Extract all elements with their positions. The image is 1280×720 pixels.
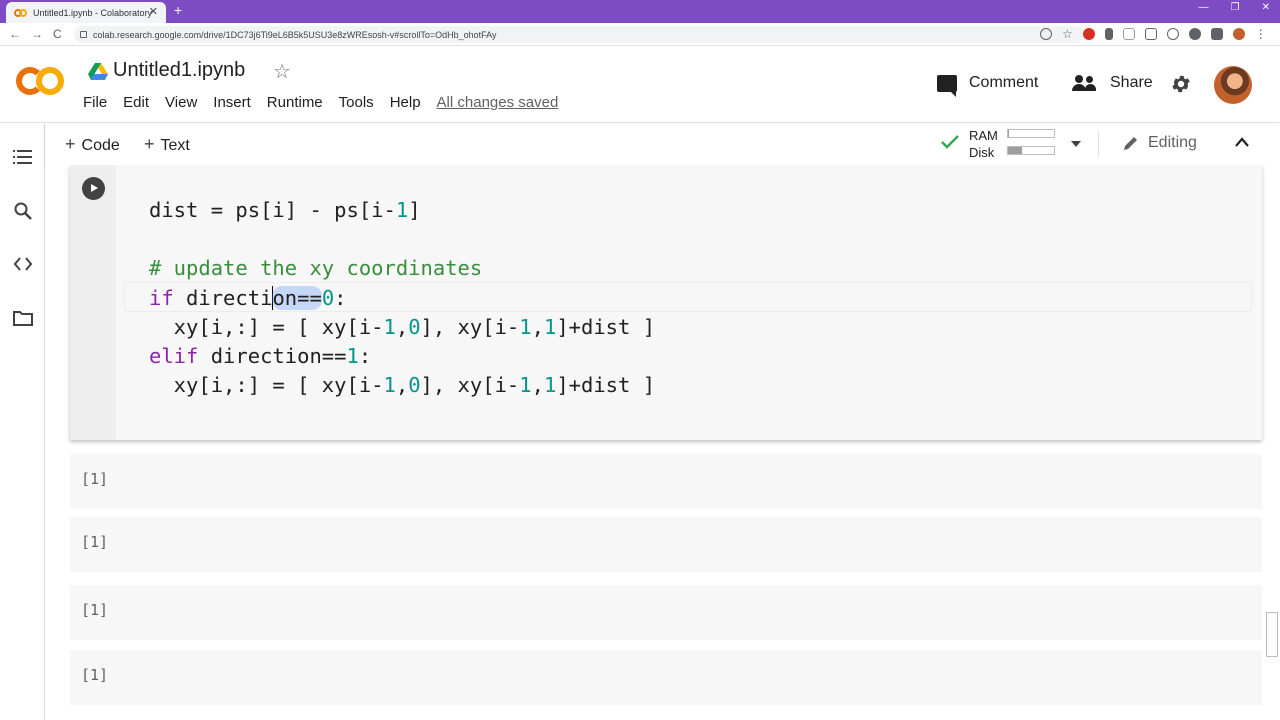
disk-meter-fill bbox=[1008, 147, 1022, 154]
code-line-6: elif direction==1: bbox=[149, 344, 372, 369]
code-line-1: dist = ps[i] - ps[i-1] bbox=[149, 198, 421, 222]
add-code-label: Code bbox=[81, 137, 120, 154]
lock-icon bbox=[80, 31, 87, 38]
profile-icon[interactable] bbox=[1232, 28, 1245, 40]
address-bar-url: colab.research.google.com/drive/1DC73j6T… bbox=[93, 29, 497, 40]
cell-execution-count: [1] bbox=[81, 533, 109, 551]
editing-label: Editing bbox=[1148, 134, 1197, 151]
code-cell[interactable]: [1] bbox=[70, 454, 1262, 509]
notebook-toolbar: + Code + Text RAM Disk Editing bbox=[45, 123, 1280, 165]
ram-meter-fill bbox=[1008, 130, 1010, 137]
share-label: Share bbox=[1110, 74, 1153, 91]
extensions-area: ☆ ⋮ bbox=[1040, 28, 1267, 40]
extensions-puzzle-icon[interactable] bbox=[1210, 28, 1223, 40]
menu-edit[interactable]: Edit bbox=[123, 94, 149, 111]
extension-circle-icon[interactable] bbox=[1166, 28, 1179, 40]
left-sidebar bbox=[0, 123, 45, 720]
colab-logo[interactable] bbox=[16, 67, 66, 97]
bookmark-star-icon[interactable]: ☆ bbox=[1062, 28, 1073, 40]
toolbar-divider bbox=[1098, 131, 1099, 157]
code-cell[interactable]: [1] bbox=[70, 650, 1262, 705]
share-button[interactable]: Share bbox=[1072, 74, 1153, 92]
new-tab-button[interactable]: + bbox=[174, 2, 182, 18]
add-text-button[interactable]: + Text bbox=[144, 134, 190, 155]
run-cell-button[interactable] bbox=[82, 177, 105, 200]
extension-red-icon[interactable] bbox=[1082, 28, 1095, 40]
browser-toolbar: ← → C colab.research.google.com/drive/1D… bbox=[0, 23, 1280, 46]
table-of-contents-icon[interactable] bbox=[13, 147, 33, 167]
code-snippets-icon[interactable] bbox=[13, 254, 33, 274]
google-drive-icon[interactable] bbox=[88, 63, 108, 80]
close-window-button[interactable]: ✕ bbox=[1262, 2, 1270, 13]
ram-meter bbox=[1007, 129, 1055, 138]
runtime-dropdown-icon[interactable] bbox=[1071, 141, 1081, 147]
code-editor[interactable]: dist = ps[i] - ps[i-1] # update the xy c… bbox=[149, 196, 655, 400]
files-folder-icon[interactable] bbox=[13, 308, 33, 328]
comment-label: Comment bbox=[969, 74, 1039, 91]
add-code-button[interactable]: + Code bbox=[65, 134, 120, 155]
extension-page-icon[interactable] bbox=[1122, 28, 1135, 40]
browser-tab-title: Untitled1.ipynb - Colaboratory bbox=[33, 7, 153, 18]
extension-doc-icon[interactable] bbox=[1144, 28, 1157, 40]
notebook-area: dist = ps[i] - ps[i-1] # update the xy c… bbox=[46, 165, 1280, 720]
reload-button[interactable]: C bbox=[53, 27, 62, 41]
settings-gear-icon[interactable] bbox=[1170, 73, 1192, 95]
back-button[interactable]: ← bbox=[9, 27, 21, 41]
code-cell[interactable]: [1] bbox=[70, 585, 1262, 640]
notebook-title[interactable]: Untitled1.ipynb bbox=[113, 59, 245, 82]
colab-header: Untitled1.ipynb ☆ File Edit View Insert … bbox=[0, 47, 1280, 123]
code-line-4: if direction==0: bbox=[149, 285, 347, 310]
extension-p-icon[interactable] bbox=[1104, 28, 1113, 40]
maximize-button[interactable]: ❐ bbox=[1231, 2, 1240, 13]
comment-button[interactable]: Comment bbox=[937, 74, 1039, 97]
selection-highlight: on== bbox=[272, 285, 322, 310]
comment-icon bbox=[937, 74, 957, 97]
collapse-header-icon[interactable] bbox=[1235, 137, 1249, 147]
address-bar[interactable]: colab.research.google.com/drive/1DC73j6T… bbox=[74, 26, 1084, 43]
zoom-icon[interactable] bbox=[1040, 28, 1052, 40]
menu-help[interactable]: Help bbox=[390, 94, 421, 111]
pencil-icon bbox=[1124, 137, 1137, 150]
save-status-link[interactable]: All changes saved bbox=[437, 94, 559, 111]
share-people-icon bbox=[1072, 75, 1096, 91]
window-controls: — ❐ ✕ bbox=[1199, 2, 1270, 13]
add-text-label: Text bbox=[160, 137, 190, 154]
plus-icon: + bbox=[144, 134, 155, 154]
code-line-7: xy[i,:] = [ xy[i-1,0], xy[i-1,1]+dist ] bbox=[149, 373, 656, 398]
menu-runtime[interactable]: Runtime bbox=[267, 94, 323, 111]
user-avatar[interactable] bbox=[1214, 66, 1252, 104]
colab-favicon-icon bbox=[14, 8, 28, 17]
cell-execution-count: [1] bbox=[81, 470, 109, 488]
menu-bar: File Edit View Insert Runtime Tools Help… bbox=[83, 94, 558, 111]
cell-execution-count: [1] bbox=[81, 666, 109, 684]
forward-button[interactable]: → bbox=[31, 27, 43, 41]
resources-indicator[interactable]: RAM Disk bbox=[969, 127, 998, 161]
menu-file[interactable]: File bbox=[83, 94, 107, 111]
code-cell[interactable]: [1] bbox=[70, 517, 1262, 572]
tab-close-icon[interactable]: ✕ bbox=[149, 5, 158, 18]
menu-tools[interactable]: Tools bbox=[339, 94, 374, 111]
scrollbar-thumb[interactable] bbox=[1266, 612, 1278, 657]
code-line-5: xy[i,:] = [ xy[i-1,0], xy[i-1,1]+dist ] bbox=[149, 314, 656, 339]
disk-meter bbox=[1007, 146, 1055, 155]
plus-icon: + bbox=[65, 134, 76, 154]
extension-dot-icon[interactable] bbox=[1188, 28, 1201, 40]
search-icon[interactable] bbox=[13, 201, 33, 221]
browser-tab[interactable]: Untitled1.ipynb - Colaboratory ✕ bbox=[6, 2, 166, 23]
editing-mode-button[interactable]: Editing bbox=[1122, 134, 1197, 152]
disk-label: Disk bbox=[969, 145, 995, 160]
minimize-button[interactable]: — bbox=[1199, 2, 1209, 13]
browser-menu-icon[interactable]: ⋮ bbox=[1255, 28, 1267, 40]
connected-check-icon bbox=[941, 135, 959, 149]
ram-label: RAM bbox=[969, 128, 998, 143]
menu-view[interactable]: View bbox=[165, 94, 197, 111]
cell-execution-count: [1] bbox=[81, 601, 109, 619]
star-icon[interactable]: ☆ bbox=[273, 59, 291, 84]
browser-tab-strip: Untitled1.ipynb - Colaboratory ✕ + — ❐ ✕ bbox=[0, 0, 1280, 23]
code-line-3: # update the xy coordinates bbox=[149, 256, 483, 281]
menu-insert[interactable]: Insert bbox=[213, 94, 251, 111]
cell-gutter bbox=[70, 165, 116, 440]
code-cell-active[interactable]: dist = ps[i] - ps[i-1] # update the xy c… bbox=[70, 165, 1262, 440]
